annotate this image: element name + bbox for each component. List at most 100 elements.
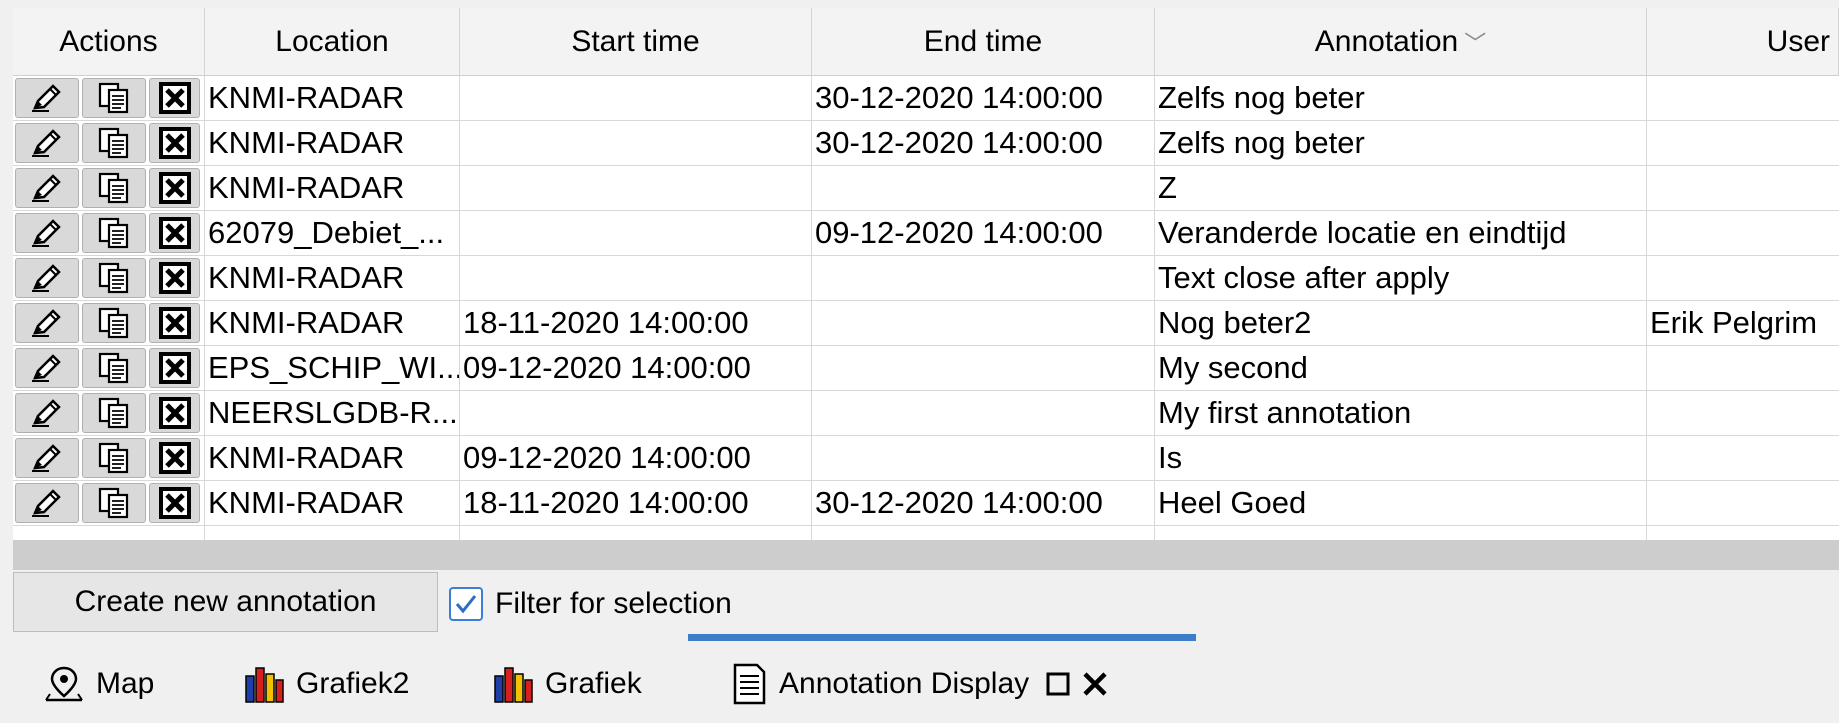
copy-icon bbox=[97, 171, 131, 205]
copy-icon bbox=[97, 306, 131, 340]
column-header-end-time[interactable]: End time bbox=[812, 8, 1155, 75]
edit-button[interactable] bbox=[15, 303, 79, 343]
user-cell bbox=[1647, 346, 1839, 390]
copy-button[interactable] bbox=[82, 348, 146, 388]
copy-button[interactable] bbox=[82, 303, 146, 343]
close-icon[interactable] bbox=[1081, 670, 1109, 698]
edit-button[interactable] bbox=[15, 78, 79, 118]
copy-icon bbox=[97, 441, 131, 475]
copy-button[interactable] bbox=[82, 123, 146, 163]
tab-map-label: Map bbox=[96, 667, 155, 700]
tab-grafiek2[interactable]: Grafiek2 bbox=[242, 660, 409, 708]
filter-for-selection-checkbox[interactable]: Filter for selection bbox=[449, 584, 732, 624]
annotation-cell: Veranderde locatie en eindtijd bbox=[1155, 211, 1647, 255]
delete-button[interactable] bbox=[149, 348, 200, 388]
location-cell: KNMI-RADAR bbox=[205, 436, 460, 480]
column-header-user[interactable]: User bbox=[1647, 8, 1839, 75]
delete-button[interactable] bbox=[149, 213, 200, 253]
tab-grafiek-label: Grafiek bbox=[545, 667, 642, 700]
edit-button[interactable] bbox=[15, 168, 79, 208]
user-cell bbox=[1647, 436, 1839, 480]
copy-button[interactable] bbox=[82, 438, 146, 478]
sort-chevron-down-icon: ﹀ bbox=[1464, 30, 1487, 56]
copy-button[interactable] bbox=[82, 78, 146, 118]
edit-button[interactable] bbox=[15, 393, 79, 433]
end-time-cell bbox=[812, 391, 1155, 435]
table-row-partial bbox=[13, 526, 1839, 540]
checkbox-checked-icon[interactable] bbox=[449, 587, 483, 621]
table-row[interactable]: KNMI-RADAR 09-12-2020 14:00:00 Is bbox=[13, 436, 1839, 481]
tab-grafiek2-label: Grafiek2 bbox=[296, 667, 410, 700]
tab-annotation-display[interactable]: Annotation Display bbox=[729, 660, 1109, 708]
copy-button[interactable] bbox=[82, 393, 146, 433]
edit-button[interactable] bbox=[15, 348, 79, 388]
delete-button[interactable] bbox=[149, 483, 200, 523]
end-time-cell: 30-12-2020 14:00:00 bbox=[812, 76, 1155, 120]
horizontal-scrollbar[interactable] bbox=[13, 540, 1839, 570]
user-cell: Erik Pelgrim bbox=[1650, 305, 1818, 340]
copy-icon bbox=[97, 81, 131, 115]
copy-button[interactable] bbox=[82, 258, 146, 298]
document-icon bbox=[733, 663, 766, 705]
delete-button[interactable] bbox=[149, 78, 200, 118]
table-row[interactable]: EPS_SCHIP_WI... 09-12-2020 14:00:00 My sec… bbox=[13, 346, 1839, 391]
table-row[interactable]: KNMI-RADAR Text close after apply bbox=[13, 256, 1839, 301]
delete-x-icon bbox=[157, 125, 193, 161]
table-row[interactable]: KNMI-RADAR 30-12-2020 14:00:00 Zelfs nog b… bbox=[13, 76, 1839, 121]
column-header-annotation[interactable]: Annotation ﹀ bbox=[1155, 8, 1647, 75]
edit-button[interactable] bbox=[15, 258, 79, 298]
edit-button[interactable] bbox=[15, 123, 79, 163]
pencil-icon bbox=[29, 352, 65, 384]
start-time-cell bbox=[460, 166, 812, 210]
edit-button[interactable] bbox=[15, 213, 79, 253]
copy-button[interactable] bbox=[82, 483, 146, 523]
delete-button[interactable] bbox=[149, 303, 200, 343]
delete-button[interactable] bbox=[149, 393, 200, 433]
annotation-cell: My first annotation bbox=[1155, 391, 1647, 435]
delete-button[interactable] bbox=[149, 123, 200, 163]
user-cell bbox=[1647, 211, 1839, 255]
tab-map[interactable]: Map bbox=[42, 660, 154, 708]
tab-grafiek[interactable]: Grafiek bbox=[491, 660, 642, 708]
table-row[interactable]: NEERSLGDB-R... My first annotation bbox=[13, 391, 1839, 436]
table-row[interactable]: KNMI-RADAR Z bbox=[13, 166, 1839, 211]
delete-x-icon bbox=[157, 260, 193, 296]
annotation-cell: Zelfs nog beter bbox=[1155, 121, 1647, 165]
edit-button[interactable] bbox=[15, 483, 79, 523]
delete-x-icon bbox=[157, 485, 193, 521]
copy-button[interactable] bbox=[82, 168, 146, 208]
row-actions bbox=[13, 166, 205, 210]
table-row[interactable]: KNMI-RADAR 30-12-2020 14:00:00 Zelfs nog b… bbox=[13, 121, 1839, 166]
column-header-location[interactable]: Location bbox=[205, 8, 460, 75]
user-cell bbox=[1647, 166, 1839, 210]
edit-button[interactable] bbox=[15, 438, 79, 478]
row-actions bbox=[13, 256, 205, 300]
pencil-icon bbox=[29, 127, 65, 159]
table-row[interactable]: KNMI-RADAR 18-11-2020 14:00:00 Nog beter2 E… bbox=[13, 301, 1839, 346]
pencil-icon bbox=[29, 487, 65, 519]
map-pin-icon bbox=[45, 666, 83, 702]
end-cell-partial bbox=[812, 526, 1155, 540]
location-cell: KNMI-RADAR bbox=[205, 76, 460, 120]
table-row[interactable]: KNMI-RADAR 18-11-2020 14:00:00 30-12-2020 … bbox=[13, 481, 1839, 526]
start-time-cell bbox=[460, 76, 812, 120]
table-row[interactable]: 62079_Debiet_... 09-12-2020 14:00:00 Veran… bbox=[13, 211, 1839, 256]
start-time-cell bbox=[460, 211, 812, 255]
create-annotation-button[interactable]: Create new annotation bbox=[13, 572, 438, 632]
maximize-icon[interactable] bbox=[1045, 671, 1071, 697]
delete-button[interactable] bbox=[149, 168, 200, 208]
location-cell: KNMI-RADAR bbox=[205, 121, 460, 165]
copy-button[interactable] bbox=[82, 213, 146, 253]
delete-button[interactable] bbox=[149, 258, 200, 298]
row-actions-partial bbox=[13, 526, 205, 540]
start-time-cell bbox=[460, 121, 812, 165]
location-cell: KNMI-RADAR bbox=[205, 256, 460, 300]
end-time-cell: 30-12-2020 14:00:00 bbox=[812, 481, 1155, 525]
column-header-start-time[interactable]: Start time bbox=[460, 8, 812, 75]
delete-x-icon bbox=[157, 350, 193, 386]
start-time-cell bbox=[460, 391, 812, 435]
annotation-cell: Is bbox=[1155, 436, 1647, 480]
pencil-icon bbox=[29, 307, 65, 339]
column-header-actions[interactable]: Actions bbox=[13, 8, 205, 75]
delete-button[interactable] bbox=[149, 438, 200, 478]
